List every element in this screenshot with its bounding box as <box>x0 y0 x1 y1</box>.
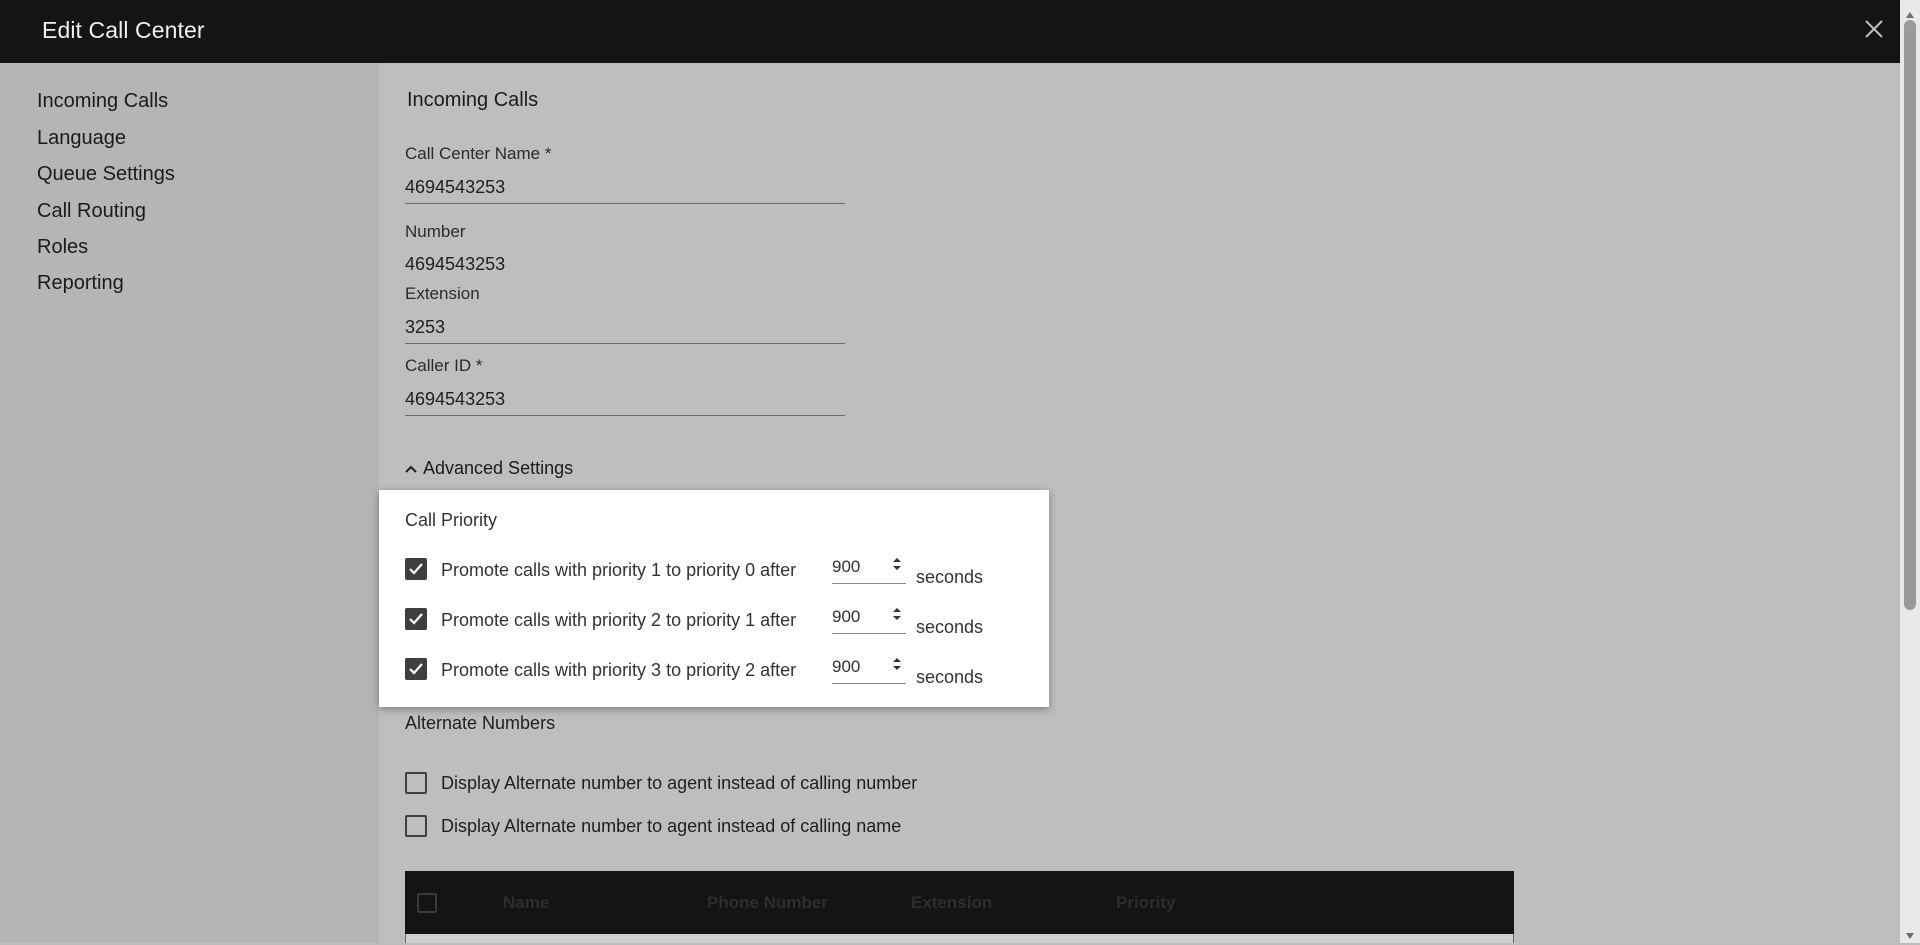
call-center-name-label: Call Center Name * <box>405 144 552 163</box>
column-header-phone-number[interactable]: Phone Number <box>707 893 828 913</box>
column-header-priority[interactable]: Priority <box>1116 893 1176 913</box>
caller-id-label: Caller ID * <box>405 356 483 375</box>
sidebar-nav: Incoming Calls Language Queue Settings C… <box>0 63 379 943</box>
seconds-unit-label: seconds <box>916 667 984 687</box>
section-title: Incoming Calls <box>407 89 539 111</box>
number-value: 4694543253 <box>405 254 506 274</box>
extension-input[interactable] <box>405 311 845 344</box>
priority-2-checkbox[interactable] <box>405 608 427 630</box>
priority-row-label: Promote calls with priority 3 to priorit… <box>441 660 797 680</box>
chevron-up-icon <box>405 464 417 474</box>
vertical-scrollbar[interactable] <box>1900 0 1920 943</box>
spinner-arrows-icon[interactable] <box>892 606 902 627</box>
priority-row-label: Promote calls with priority 1 to priorit… <box>441 560 797 580</box>
sidebar-item-reporting[interactable]: Reporting <box>37 272 124 295</box>
advanced-settings-toggle[interactable]: Advanced Settings <box>405 458 573 479</box>
number-label: Number <box>405 222 466 241</box>
seconds-unit-label: seconds <box>916 617 984 637</box>
alternate-option-row: Display Alternate number to agent instea… <box>405 812 1105 840</box>
alternate-option-label: Display Alternate number to agent instea… <box>441 816 902 836</box>
priority-seconds-value: 900 <box>832 657 861 676</box>
sidebar-item-queue-settings[interactable]: Queue Settings <box>37 163 175 186</box>
advanced-settings-label: Advanced Settings <box>423 458 574 478</box>
priority-3-checkbox[interactable] <box>405 658 427 680</box>
sidebar-item-language[interactable]: Language <box>37 127 126 150</box>
priority-row: Promote calls with priority 1 to priorit… <box>405 553 1025 587</box>
alternate-option-label: Display Alternate number to agent instea… <box>441 773 918 793</box>
sidebar-item-incoming-calls[interactable]: Incoming Calls <box>37 90 168 113</box>
dialog-title: Edit Call Center <box>42 17 205 43</box>
alt-calling-number-checkbox[interactable] <box>405 772 427 794</box>
call-priority-panel: Call Priority Promote calls with priorit… <box>379 490 1049 707</box>
scrollbar-thumb[interactable] <box>1904 20 1916 610</box>
scroll-down-arrow-icon[interactable] <box>1905 927 1915 945</box>
seconds-unit-label: seconds <box>916 567 984 587</box>
main-content: Incoming Calls Call Center Name * Number… <box>379 63 1900 943</box>
column-header-name[interactable]: Name <box>503 893 549 913</box>
close-icon[interactable] <box>1860 15 1888 43</box>
priority-row-label: Promote calls with priority 2 to priorit… <box>441 610 797 630</box>
call-center-name-input[interactable] <box>405 171 845 204</box>
alternate-option-row: Display Alternate number to agent instea… <box>405 769 1105 797</box>
sidebar-item-call-routing[interactable]: Call Routing <box>37 200 146 223</box>
priority-seconds-value: 900 <box>832 607 861 626</box>
priority-seconds-value: 900 <box>832 557 861 576</box>
column-header-extension[interactable]: Extension <box>911 893 992 913</box>
table-body <box>405 934 1514 943</box>
extension-label: Extension <box>405 284 480 303</box>
sidebar-item-roles[interactable]: Roles <box>37 236 88 259</box>
spinner-arrows-icon[interactable] <box>892 556 902 577</box>
select-all-checkbox[interactable] <box>417 893 437 913</box>
priority-row: Promote calls with priority 3 to priorit… <box>405 653 1025 687</box>
alternate-numbers-table-header: Name Phone Number Extension Priority <box>405 871 1514 934</box>
priority-3-seconds-input[interactable]: 900 <box>832 653 906 684</box>
caller-id-input[interactable] <box>405 383 845 416</box>
spinner-arrows-icon[interactable] <box>892 656 902 677</box>
priority-row: Promote calls with priority 2 to priorit… <box>405 603 1025 637</box>
alt-calling-name-checkbox[interactable] <box>405 815 427 837</box>
priority-2-seconds-input[interactable]: 900 <box>832 603 906 634</box>
dialog-titlebar: Edit Call Center <box>0 0 1900 63</box>
priority-1-checkbox[interactable] <box>405 558 427 580</box>
alternate-numbers-title: Alternate Numbers <box>405 713 556 733</box>
call-priority-title: Call Priority <box>405 510 498 530</box>
priority-1-seconds-input[interactable]: 900 <box>832 553 906 584</box>
